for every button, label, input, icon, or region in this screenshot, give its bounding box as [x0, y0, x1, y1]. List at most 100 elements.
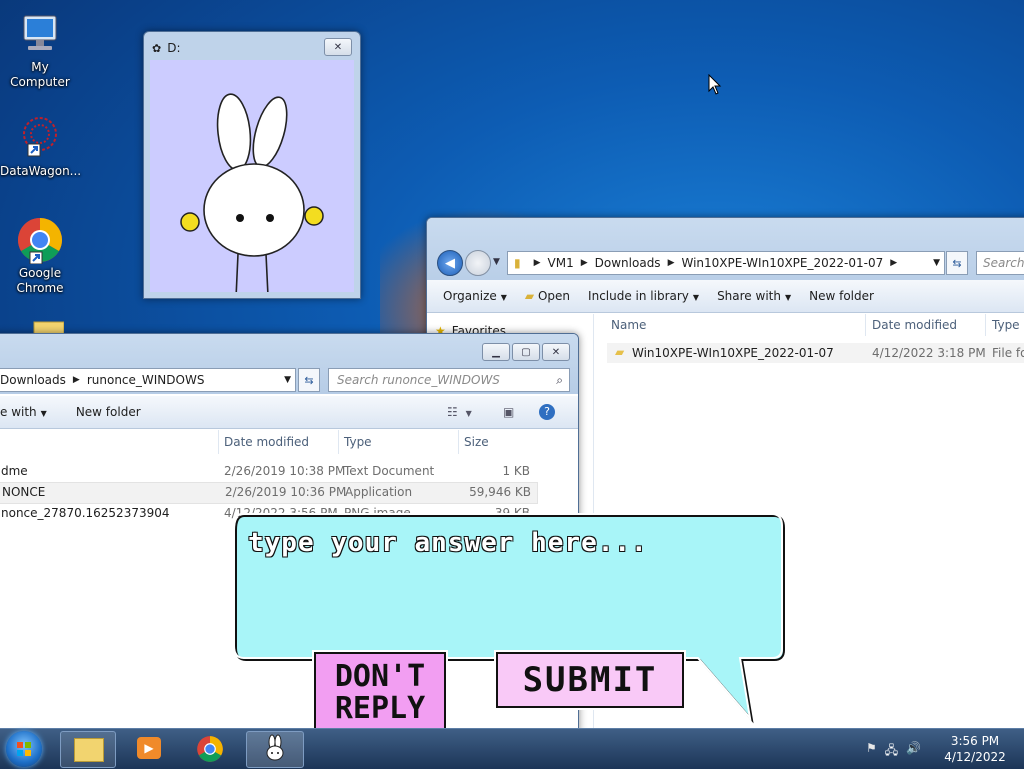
- desktop-icon-label: Google Chrome: [16, 266, 64, 295]
- close-icon: ✕: [333, 41, 343, 53]
- datawagon-icon: [16, 114, 64, 162]
- forward-button[interactable]: [465, 250, 491, 276]
- chevron-down-icon: ▼: [784, 293, 792, 302]
- bunny-illustration: [180, 93, 324, 298]
- view-options-icon[interactable]: ☷ ▼: [447, 405, 472, 419]
- mouse-cursor-icon: [708, 74, 722, 95]
- back-button[interactable]: ◀: [437, 250, 463, 276]
- column-header-date[interactable]: Date modified: [872, 318, 957, 332]
- breadcrumb-separator-icon: ▶: [890, 258, 898, 268]
- file-name: Win10XPE-WIn10XPE_2022-01-07: [632, 346, 834, 360]
- close-button[interactable]: ✕: [324, 38, 352, 56]
- minimize-icon: ▁: [492, 346, 500, 358]
- column-divider: [865, 314, 866, 336]
- breadcrumb-separator-icon: ▶: [72, 375, 80, 385]
- breadcrumb-item[interactable]: Downloads: [0, 373, 66, 387]
- file-size: 1 KB: [502, 464, 530, 478]
- close-icon: ✕: [551, 346, 561, 358]
- table-row[interactable]: ▰ Win10XPE-WIn10XPE_2022-01-07 4/12/2022…: [607, 343, 1024, 363]
- organize-menu[interactable]: Organize ▼: [443, 289, 507, 303]
- dont-reply-button[interactable]: DON'T REPLY: [314, 652, 446, 728]
- new-folder-button[interactable]: New folder: [809, 289, 874, 303]
- new-folder-button[interactable]: New folder: [76, 405, 141, 419]
- taskbar-chrome-button[interactable]: [184, 731, 238, 766]
- desktop-icon-google-chrome[interactable]: Google Chrome: [0, 216, 80, 296]
- file-date: 2/26/2019 10:36 PM: [225, 485, 347, 499]
- close-button[interactable]: ✕: [542, 343, 570, 361]
- file-type: Text Document: [344, 464, 435, 478]
- clock-date: 4/12/2022: [944, 750, 1006, 764]
- table-row[interactable]: dme 2/26/2019 10:38 PM Text Document 1 K…: [0, 461, 536, 481]
- address-bar[interactable]: Downloads ▶ runonce_WINDOWS ▼: [0, 368, 296, 392]
- maximize-button[interactable]: ▢: [512, 343, 540, 361]
- address-bar[interactable]: ▮ ▶ VM1 ▶ Downloads ▶ Win10XPE-WIn10XPE_…: [507, 251, 945, 275]
- taskbar-bunny-button[interactable]: [246, 731, 304, 768]
- search-icon: ⌕: [556, 372, 563, 387]
- submit-button[interactable]: SUBMIT: [496, 652, 684, 708]
- recent-pages-dropdown[interactable]: ▼: [493, 257, 500, 276]
- minimize-button[interactable]: ▁: [482, 343, 510, 361]
- share-with-menu[interactable]: e with ▼: [0, 405, 47, 419]
- taskbar-explorer-button[interactable]: [60, 731, 116, 768]
- start-orb-icon[interactable]: [6, 731, 42, 767]
- desktop-icon-label: My Computer: [10, 60, 70, 89]
- maximize-icon: ▢: [521, 346, 531, 358]
- window-title: D:: [167, 41, 181, 55]
- search-input[interactable]: Search W: [976, 251, 1024, 275]
- address-dropdown-icon[interactable]: ▼: [284, 375, 291, 385]
- column-header-size[interactable]: Size: [464, 435, 489, 449]
- action-center-flag-icon[interactable]: ⚑: [866, 741, 877, 762]
- address-dropdown-icon[interactable]: ▼: [933, 258, 940, 268]
- breadcrumb-item[interactable]: Win10XPE-WIn10XPE_2022-01-07: [681, 256, 883, 270]
- system-tray: ⚑ 🖧 🔊: [866, 741, 921, 762]
- answer-input[interactable]: type your answer here...: [248, 528, 648, 558]
- column-header-type[interactable]: Type: [992, 318, 1020, 332]
- chevron-down-icon: ▼: [40, 409, 47, 418]
- chrome-icon: [197, 736, 223, 762]
- clock[interactable]: 3:56 PM 4/12/2022: [940, 733, 1010, 765]
- file-name: nonce_27870.16252373904: [1, 506, 170, 520]
- preview-pane-icon[interactable]: ▣: [503, 405, 514, 419]
- clock-time: 3:56 PM: [950, 734, 1000, 748]
- desktop-icon-my-computer[interactable]: My Computer: [0, 10, 80, 90]
- search-placeholder: Search runonce_WINDOWS: [337, 373, 500, 387]
- breadcrumb-item[interactable]: VM1: [548, 256, 574, 270]
- column-header-name[interactable]: Name: [611, 318, 646, 332]
- open-button[interactable]: ▰ Open: [525, 289, 570, 303]
- command-bar: Organize ▼ ▰ Open Include in library ▼ Sha…: [427, 280, 1024, 313]
- refresh-icon: ⇆: [952, 256, 962, 270]
- chrome-icon: [16, 216, 64, 265]
- breadcrumb-separator-icon: ▶: [533, 258, 541, 268]
- command-bar: e with ▼ New folder ☷ ▼ ▣ ?: [0, 396, 578, 429]
- computer-icon: [16, 10, 64, 58]
- refresh-button[interactable]: ⇆: [946, 251, 968, 275]
- taskbar-media-player-button[interactable]: ▶: [122, 731, 176, 766]
- breadcrumb-separator-icon: ▶: [667, 258, 675, 268]
- desktop-icon-datawagon[interactable]: DataWagon...: [0, 114, 81, 179]
- help-icon[interactable]: ?: [539, 404, 555, 420]
- prompt-dialog[interactable]: type your answer here... DON'T REPLY SUB…: [230, 512, 790, 728]
- volume-icon[interactable]: 🔊: [906, 741, 921, 762]
- column-header-type[interactable]: Type: [344, 435, 372, 449]
- include-in-library-menu[interactable]: Include in library ▼: [588, 289, 699, 303]
- bunny-canvas: [150, 60, 354, 298]
- bunny-app-icon: [266, 734, 284, 761]
- window-titlebar[interactable]: ✿ D:: [152, 41, 181, 55]
- file-name: dme: [1, 464, 28, 478]
- share-with-menu[interactable]: Share with ▼: [717, 289, 791, 303]
- breadcrumb-item[interactable]: runonce_WINDOWS: [87, 373, 205, 387]
- breadcrumb-item[interactable]: Downloads: [595, 256, 661, 270]
- explorer-icon: [74, 738, 104, 762]
- column-divider: [985, 314, 986, 336]
- search-input[interactable]: Search runonce_WINDOWS ⌕: [328, 368, 570, 392]
- refresh-button[interactable]: ⇆: [298, 368, 320, 392]
- network-icon[interactable]: 🖧: [885, 741, 898, 762]
- folder-icon: ▰: [615, 345, 625, 359]
- drive-d-window[interactable]: ✿ D: ✕: [143, 31, 361, 299]
- media-player-icon: ▶: [137, 737, 161, 759]
- taskbar: ▶ ⚑ 🖧 🔊 3:56 PM 4/12/2022: [0, 728, 1024, 769]
- back-arrow-icon: ◀: [445, 255, 455, 271]
- table-row[interactable]: NONCE 2/26/2019 10:36 PM Application 59,…: [0, 482, 538, 504]
- folder-open-icon: ▰: [524, 289, 535, 303]
- column-header-date[interactable]: Date modified: [224, 435, 309, 449]
